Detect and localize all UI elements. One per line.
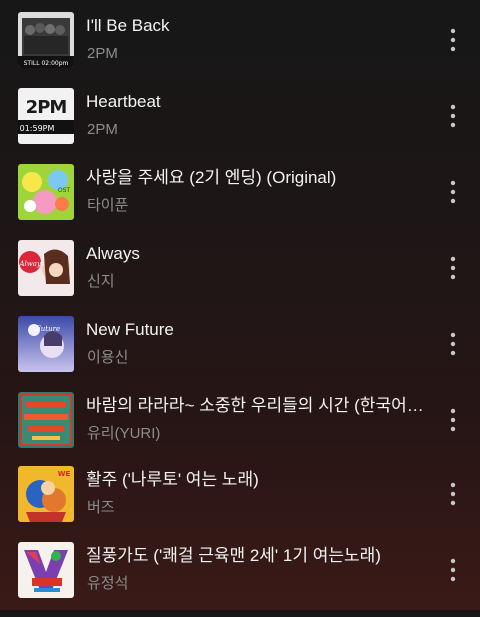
more-icon (450, 28, 456, 52)
album-art-image (18, 542, 74, 598)
album-art[interactable]: STILL 02:00pm (18, 12, 74, 68)
track-row[interactable]: WE 활주 ('나루토' 여는 노래) 버즈 (0, 466, 480, 541)
track-artist: 2PM (87, 45, 118, 62)
more-icon (450, 256, 456, 280)
album-cover-text: STILL 02:00pm (24, 60, 69, 67)
album-cover-text: OST (58, 187, 71, 194)
track-title: 사랑을 주세요 (2기 엔딩) (Original) (86, 168, 337, 187)
more-options-button[interactable] (438, 550, 468, 590)
album-cover-text: Future (35, 325, 60, 333)
more-options-button[interactable] (438, 474, 468, 514)
album-art-image: WE (18, 466, 74, 522)
album-art-image: 2PM 01:59PM (18, 88, 74, 144)
track-artist: 유정석 (87, 575, 129, 592)
album-art[interactable]: WE (18, 466, 74, 522)
more-options-button[interactable] (438, 400, 468, 440)
more-options-button[interactable] (438, 20, 468, 60)
track-row[interactable]: Always Always 신지 (0, 240, 480, 315)
more-icon (450, 104, 456, 128)
track-title: 활주 ('나루토' 여는 노래) (86, 470, 259, 489)
track-row[interactable]: OST 사랑을 주세요 (2기 엔딩) (Original) 타이푼 (0, 164, 480, 239)
album-cover-text: WE (58, 470, 71, 478)
more-options-button[interactable] (438, 324, 468, 364)
track-title: New Future (86, 320, 174, 339)
album-art[interactable] (18, 542, 74, 598)
more-icon (450, 558, 456, 582)
more-icon (450, 408, 456, 432)
album-art-image: STILL 02:00pm (18, 12, 74, 68)
track-artist: 이용신 (87, 349, 129, 366)
track-list: STILL 02:00pm I'll Be Back 2PM 2PM 01:59… (0, 0, 480, 610)
track-row[interactable]: 2PM 01:59PM Heartbeat 2PM (0, 88, 480, 163)
track-title: 바람의 라라라~ 소중한 우리들의 시간 (한국어… (86, 396, 424, 415)
track-row[interactable]: Future New Future 이용신 (0, 316, 480, 391)
track-artist: 버즈 (87, 499, 115, 516)
more-icon (450, 332, 456, 356)
album-art[interactable]: OST (18, 164, 74, 220)
more-icon (450, 482, 456, 506)
album-cover-text: 01:59PM (20, 124, 55, 133)
track-title: Always (86, 244, 140, 263)
more-options-button[interactable] (438, 96, 468, 136)
track-artist: 유리(YURI) (87, 425, 161, 442)
album-cover-text: Always (18, 260, 44, 268)
track-row[interactable]: STILL 02:00pm I'll Be Back 2PM (0, 12, 480, 87)
album-art-image: OST (18, 164, 74, 220)
more-icon (450, 180, 456, 204)
more-options-button[interactable] (438, 248, 468, 288)
album-art[interactable]: Future (18, 316, 74, 372)
album-art[interactable]: 2PM 01:59PM (18, 88, 74, 144)
track-title: 질풍가도 ('쾌걸 근육맨 2세' 1기 여는노래) (86, 546, 381, 565)
track-row[interactable]: 질풍가도 ('쾌걸 근육맨 2세' 1기 여는노래) 유정석 (0, 542, 480, 617)
track-artist: 2PM (87, 121, 118, 138)
album-art-image: Future (18, 316, 74, 372)
track-artist: 타이푼 (87, 197, 129, 214)
track-row[interactable]: 바람의 라라라~ 소중한 우리들의 시간 (한국어… 유리(YURI) (0, 392, 480, 467)
album-art-image (18, 392, 74, 448)
track-title: I'll Be Back (86, 16, 170, 35)
track-artist: 신지 (87, 273, 115, 290)
more-options-button[interactable] (438, 172, 468, 212)
album-art-image: Always (18, 240, 74, 296)
album-art[interactable] (18, 392, 74, 448)
album-art[interactable]: Always (18, 240, 74, 296)
svg-text:2PM: 2PM (26, 97, 67, 118)
track-title: Heartbeat (86, 92, 161, 111)
